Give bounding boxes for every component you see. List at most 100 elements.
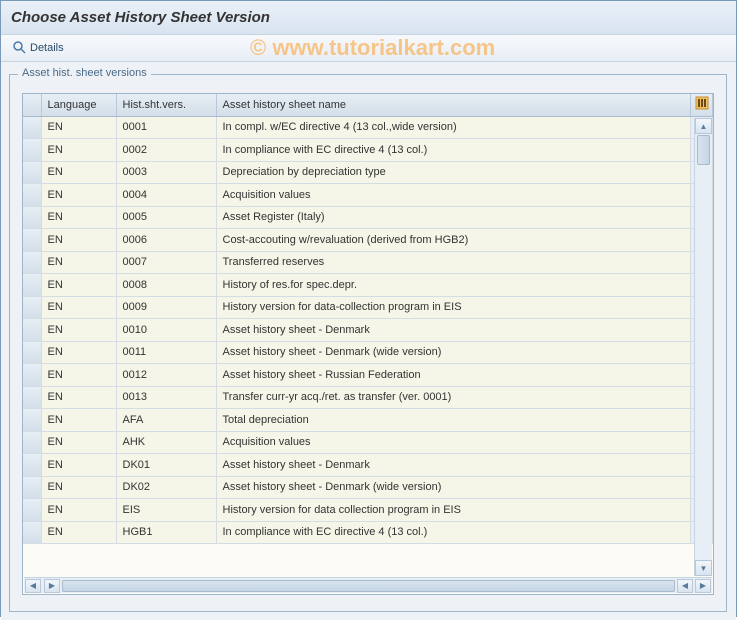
row-selector[interactable] <box>23 477 41 499</box>
language-cell[interactable]: EN <box>41 207 116 229</box>
row-selector[interactable] <box>23 454 41 476</box>
language-cell[interactable]: EN <box>41 162 116 184</box>
table-row[interactable]: ENEISHistory version for data collection… <box>23 499 713 522</box>
scroll-left-button-2[interactable]: ◀ <box>677 579 693 593</box>
name-cell[interactable]: Asset history sheet - Denmark <box>216 319 691 341</box>
version-cell[interactable]: 0004 <box>116 184 216 206</box>
language-cell[interactable]: EN <box>41 229 116 251</box>
name-cell[interactable]: Total depreciation <box>216 409 691 431</box>
table-row[interactable]: EN0007Transferred reserves <box>23 252 713 275</box>
row-selector[interactable] <box>23 342 41 364</box>
row-selector[interactable] <box>23 207 41 229</box>
row-selector[interactable] <box>23 139 41 161</box>
row-selector[interactable] <box>23 499 41 521</box>
language-cell[interactable]: EN <box>41 454 116 476</box>
select-all-header[interactable] <box>23 94 41 116</box>
version-cell[interactable]: 0010 <box>116 319 216 341</box>
language-cell[interactable]: EN <box>41 477 116 499</box>
hscroll-track-main[interactable] <box>62 580 675 592</box>
version-cell[interactable]: EIS <box>116 499 216 521</box>
version-cell[interactable]: 0011 <box>116 342 216 364</box>
language-cell[interactable]: EN <box>41 364 116 386</box>
row-selector[interactable] <box>23 184 41 206</box>
details-button[interactable]: Details <box>7 39 70 57</box>
table-row[interactable]: EN0010Asset history sheet - Denmark <box>23 319 713 342</box>
version-cell[interactable]: 0009 <box>116 297 216 319</box>
horizontal-scroll-thumb[interactable] <box>62 580 675 592</box>
version-cell[interactable]: 0013 <box>116 387 216 409</box>
row-selector[interactable] <box>23 522 41 544</box>
scroll-right-button-1[interactable]: ▶ <box>44 579 60 593</box>
row-selector[interactable] <box>23 297 41 319</box>
table-row[interactable]: ENAFATotal depreciation <box>23 409 713 432</box>
name-cell[interactable]: History of res.for spec.depr. <box>216 274 691 296</box>
table-row[interactable]: EN0008History of res.for spec.depr. <box>23 274 713 297</box>
table-row[interactable]: ENHGB1In compliance with EC directive 4 … <box>23 522 713 545</box>
table-row[interactable]: EN0002In compliance with EC directive 4 … <box>23 139 713 162</box>
name-cell[interactable]: Depreciation by depreciation type <box>216 162 691 184</box>
table-row[interactable]: EN0001In compl. w/EC directive 4 (13 col… <box>23 117 713 140</box>
row-selector[interactable] <box>23 387 41 409</box>
scroll-down-button[interactable]: ▼ <box>695 560 712 576</box>
table-row[interactable]: EN0005Asset Register (Italy) <box>23 207 713 230</box>
table-row[interactable]: ENDK02Asset history sheet - Denmark (wid… <box>23 477 713 500</box>
language-cell[interactable]: EN <box>41 409 116 431</box>
language-cell[interactable]: EN <box>41 342 116 364</box>
name-cell[interactable]: In compliance with EC directive 4 (13 co… <box>216 522 691 544</box>
version-cell[interactable]: 0005 <box>116 207 216 229</box>
row-selector[interactable] <box>23 229 41 251</box>
version-cell[interactable]: DK02 <box>116 477 216 499</box>
language-cell[interactable]: EN <box>41 387 116 409</box>
language-cell[interactable]: EN <box>41 274 116 296</box>
language-cell[interactable]: EN <box>41 252 116 274</box>
vertical-scrollbar[interactable]: ▲ ▼ <box>694 118 712 576</box>
version-cell[interactable]: DK01 <box>116 454 216 476</box>
version-cell[interactable]: 0003 <box>116 162 216 184</box>
row-selector[interactable] <box>23 432 41 454</box>
row-selector[interactable] <box>23 252 41 274</box>
name-header[interactable]: Asset history sheet name <box>216 94 691 116</box>
table-row[interactable]: EN0004Acquisition values <box>23 184 713 207</box>
scroll-left-button-1[interactable]: ◀ <box>25 579 41 593</box>
name-cell[interactable]: Cost-accouting w/revaluation (derived fr… <box>216 229 691 251</box>
table-row[interactable]: EN0003Depreciation by depreciation type <box>23 162 713 185</box>
language-cell[interactable]: EN <box>41 319 116 341</box>
name-cell[interactable]: Acquisition values <box>216 184 691 206</box>
table-row[interactable]: ENDK01Asset history sheet - Denmark <box>23 454 713 477</box>
version-cell[interactable]: 0006 <box>116 229 216 251</box>
version-header[interactable]: Hist.sht.vers. <box>116 94 216 116</box>
row-selector[interactable] <box>23 319 41 341</box>
row-selector[interactable] <box>23 364 41 386</box>
version-cell[interactable]: AHK <box>116 432 216 454</box>
scroll-up-button[interactable]: ▲ <box>695 118 712 134</box>
name-cell[interactable]: In compliance with EC directive 4 (13 co… <box>216 139 691 161</box>
scroll-right-button-2[interactable]: ▶ <box>695 579 711 593</box>
row-selector[interactable] <box>23 274 41 296</box>
name-cell[interactable]: Asset history sheet - Denmark <box>216 454 691 476</box>
name-cell[interactable]: In compl. w/EC directive 4 (13 col.,wide… <box>216 117 691 139</box>
table-row[interactable]: EN0012Asset history sheet - Russian Fede… <box>23 364 713 387</box>
version-cell[interactable]: 0002 <box>116 139 216 161</box>
name-cell[interactable]: Transfer curr-yr acq./ret. as transfer (… <box>216 387 691 409</box>
version-cell[interactable]: 0012 <box>116 364 216 386</box>
name-cell[interactable]: Asset Register (Italy) <box>216 207 691 229</box>
language-cell[interactable]: EN <box>41 499 116 521</box>
name-cell[interactable]: Asset history sheet - Denmark (wide vers… <box>216 477 691 499</box>
name-cell[interactable]: Transferred reserves <box>216 252 691 274</box>
vertical-scroll-thumb[interactable] <box>697 135 710 165</box>
language-cell[interactable]: EN <box>41 184 116 206</box>
name-cell[interactable]: Asset history sheet - Russian Federation <box>216 364 691 386</box>
language-cell[interactable]: EN <box>41 432 116 454</box>
row-selector[interactable] <box>23 162 41 184</box>
language-cell[interactable]: EN <box>41 297 116 319</box>
name-cell[interactable]: Asset history sheet - Denmark (wide vers… <box>216 342 691 364</box>
table-row[interactable]: EN0011Asset history sheet - Denmark (wid… <box>23 342 713 365</box>
version-cell[interactable]: AFA <box>116 409 216 431</box>
language-cell[interactable]: EN <box>41 522 116 544</box>
row-selector[interactable] <box>23 117 41 139</box>
table-row[interactable]: ENAHKAcquisition values <box>23 432 713 455</box>
row-selector[interactable] <box>23 409 41 431</box>
name-cell[interactable]: Acquisition values <box>216 432 691 454</box>
version-cell[interactable]: 0008 <box>116 274 216 296</box>
language-header[interactable]: Language <box>41 94 116 116</box>
